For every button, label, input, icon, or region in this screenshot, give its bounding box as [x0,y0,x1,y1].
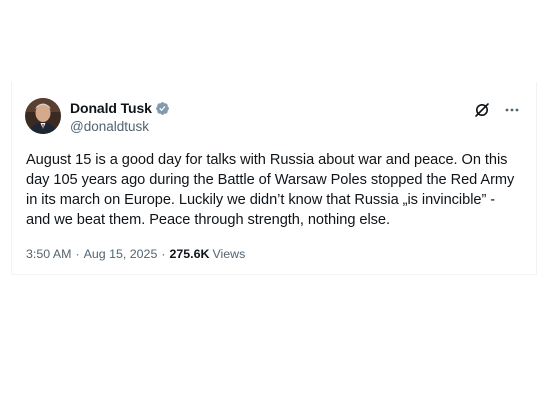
avatar[interactable] [25,98,61,134]
views-label: Views [212,247,246,261]
views-count[interactable]: 275.6K [169,247,209,261]
tweet-time[interactable]: 3:50 AM [26,247,71,261]
avatar-image [25,98,61,134]
author-block[interactable]: Donald Tusk @donaldtusk [70,99,170,134]
display-name[interactable]: Donald Tusk [70,100,152,116]
tweet-card[interactable]: Donald Tusk @donaldtusk August 15 is a g… [11,82,537,275]
tweet-header: Donald Tusk @donaldtusk [25,98,524,138]
meta-separator: · [75,247,80,261]
verified-badge-icon [155,101,170,116]
handle[interactable]: @donaldtusk [70,119,170,134]
page: Donald Tusk @donaldtusk August 15 is a g… [0,0,540,407]
meta-separator-2: · [161,247,166,261]
more-options-icon[interactable] [504,102,520,118]
tweet-date[interactable]: Aug 15, 2025 [84,247,158,261]
display-name-row: Donald Tusk [70,99,170,117]
grok-icon[interactable] [474,102,490,118]
tweet-meta: 3:50 AM · Aug 15, 2025 · 275.6K Views [26,247,245,261]
tweet-text: August 15 is a good day for talks with R… [26,152,519,228]
